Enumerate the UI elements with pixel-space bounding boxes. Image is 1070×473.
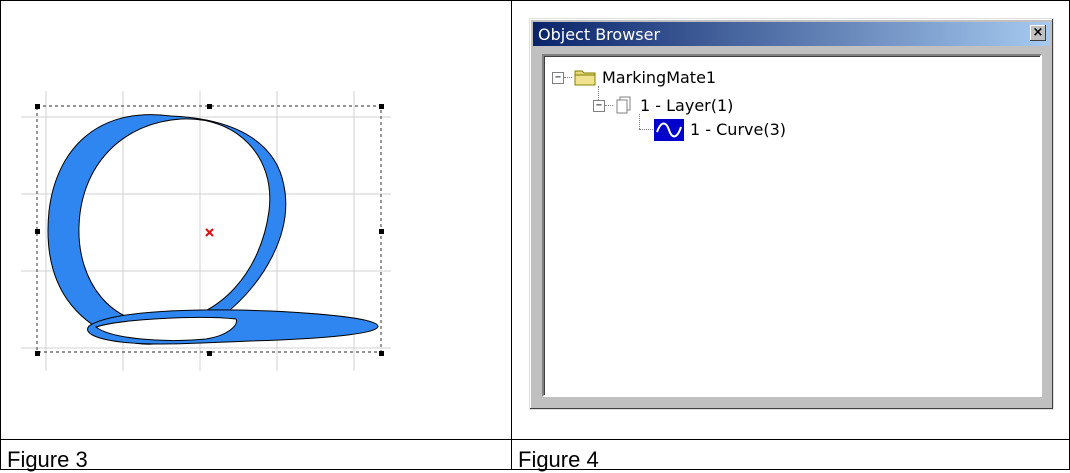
handle-middle-right [379,229,384,234]
tree-connector [598,86,599,100]
handle-middle-left [35,229,40,234]
tree-item-curve[interactable]: 1 - Curve(3) [690,120,786,139]
tree-connector [639,129,653,130]
folder-icon [574,70,596,86]
figure3-caption: Figure 3 [7,447,88,472]
figure4-caption-cell: Figure 4 [511,439,1070,472]
tree-connector [564,77,572,78]
handle-top-middle [207,104,212,109]
tree-toggle-root[interactable]: − [552,72,564,84]
handle-top-left [35,104,40,109]
window-title-bar[interactable]: Object Browser × [533,22,1050,46]
tree-connector [639,114,640,129]
handle-bottom-middle [207,351,212,356]
curve-icon [654,119,684,141]
window-title: Object Browser [538,25,661,44]
tree-connector [605,105,613,106]
figure3-caption-cell: Figure 3 [0,439,512,472]
page-icon [616,96,631,114]
figure4-caption: Figure 4 [518,447,599,472]
close-icon[interactable]: × [1030,25,1046,41]
tree-item-root[interactable]: MarkingMate1 [602,68,716,87]
figure3-cell [0,0,512,440]
handle-bottom-left [35,351,40,356]
object-browser-window: Object Browser × − MarkingMate1 − 1 - La… [529,18,1054,410]
tree-toggle-layer[interactable]: − [593,100,605,112]
center-marker-icon [205,228,214,237]
handle-top-right [379,104,384,109]
handle-bottom-right [379,351,384,356]
object-tree-panel: − MarkingMate1 − 1 - Layer(1) 1 - Curve(… [542,54,1042,397]
figure3-canvas [21,91,391,371]
tree-item-layer[interactable]: 1 - Layer(1) [640,96,733,115]
document-figure-table: Object Browser × − MarkingMate1 − 1 - La… [0,0,1070,472]
